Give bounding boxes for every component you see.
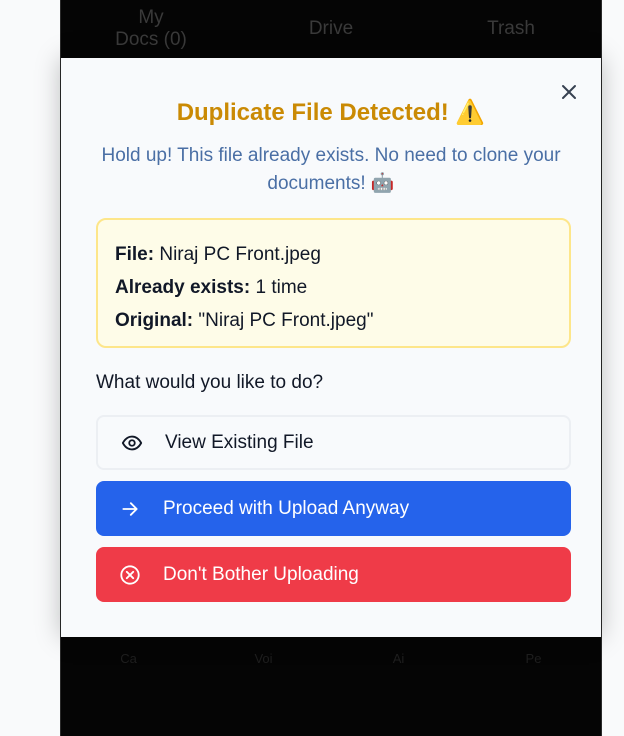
info-original-label: Original:: [115, 310, 194, 331]
dont-upload-label: Don't Bother Uploading: [163, 563, 359, 585]
tab-drive[interactable]: Drive: [241, 18, 421, 40]
info-file-value: Niraj PC Front.jpeg: [159, 244, 321, 265]
bottom-nav-item-3[interactable]: Ai: [331, 651, 466, 666]
duplicate-info-box: File: Niraj PC Front.jpeg Already exists…: [96, 218, 571, 348]
tab-my-docs[interactable]: My Docs (0): [61, 7, 241, 51]
dialog-title: Duplicate File Detected! ⚠️: [176, 99, 486, 126]
info-file-label: File:: [115, 244, 155, 265]
bottom-nav-item-4[interactable]: Pe: [466, 651, 601, 666]
view-existing-file-label: View Existing File: [165, 431, 314, 453]
view-existing-file-button[interactable]: View Existing File: [96, 415, 571, 470]
info-exists-value: 1 time: [255, 277, 308, 298]
background-bottom-nav: Ca Voi Ai Pe: [61, 640, 601, 676]
duplicate-file-dialog: Duplicate File Detected! ⚠️ Hold up! Thi…: [61, 58, 601, 637]
proceed-upload-button[interactable]: Proceed with Upload Anyway: [96, 481, 571, 536]
dont-upload-button[interactable]: Don't Bother Uploading: [96, 547, 571, 602]
info-exists-row: Already exists: 1 time: [115, 271, 552, 304]
background-tabs: My Docs (0) Drive Trash: [61, 0, 601, 58]
arrow-right-icon: [118, 497, 142, 521]
proceed-upload-label: Proceed with Upload Anyway: [163, 497, 410, 519]
action-question: What would you like to do?: [96, 372, 324, 393]
x-circle-icon: [118, 563, 142, 587]
bottom-nav-item-2[interactable]: Voi: [196, 651, 331, 666]
tab-trash[interactable]: Trash: [421, 18, 601, 40]
info-file-row: File: Niraj PC Front.jpeg: [115, 238, 552, 271]
bottom-nav-item-1[interactable]: Ca: [61, 651, 196, 666]
info-exists-label: Already exists:: [115, 277, 251, 298]
eye-icon: [120, 431, 144, 455]
info-original-row: Original: "Niraj PC Front.jpeg": [115, 304, 552, 337]
dialog-subtitle: Hold up! This file already exists. No ne…: [101, 145, 561, 194]
info-original-value: "Niraj PC Front.jpeg": [198, 310, 374, 331]
